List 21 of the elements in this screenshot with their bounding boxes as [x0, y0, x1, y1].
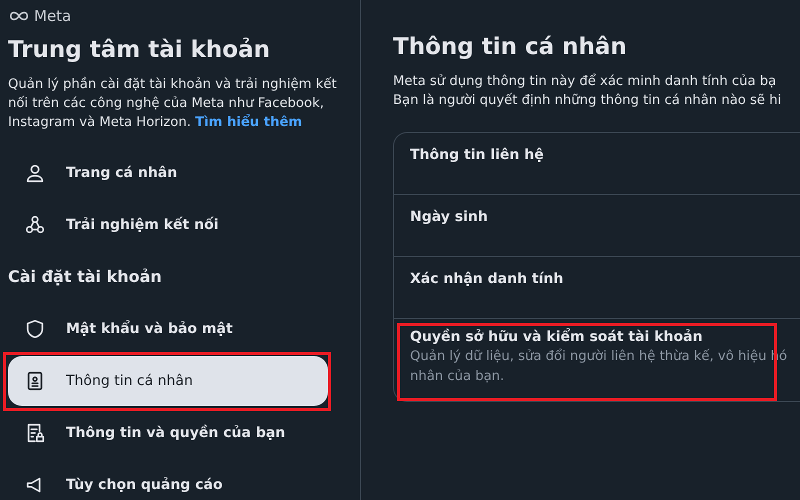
section-description: Meta sử dụng thông tin này để xác minh danh tính của bạ — [393, 72, 778, 91]
sidebar-item[interactable]: Thông tin và quyền của bạn — [8, 408, 328, 458]
section-heading: Cài đặt tài khoản — [8, 266, 163, 288]
sidebar-item[interactable]: Mật khẩu và bảo mật — [8, 304, 328, 354]
learn-more-link[interactable]: Tìm hiểu thêm — [195, 115, 302, 130]
network-icon — [24, 214, 46, 236]
logo-text: Meta — [34, 6, 72, 27]
sidebar-description: Quản lý phần cài đặt tài khoản và trải nghiệm kết nối trên các công nghệ của Meta như Facebook, Instagram và Meta Horizon. Tìm hiểu thêm — [8, 76, 338, 132]
sidebar-item[interactable]: Trải nghiệm kết nối — [8, 200, 328, 250]
person-icon — [24, 162, 46, 184]
section-title: Thông tin cá nhân — [393, 33, 628, 62]
sidebar-item[interactable]: Tùy chọn quảng cáo — [8, 460, 328, 500]
infinity-logo-icon — [8, 10, 30, 22]
shield-icon — [24, 318, 46, 340]
settings-row[interactable]: Ngày sinh — [394, 195, 800, 256]
page-title: Trung tâm tài khoản — [8, 36, 271, 65]
sidebar-item[interactable]: Trang cá nhân — [8, 148, 328, 198]
section-description: Bạn là người quyết định những thông tin cá nhân nào sẽ hi — [393, 92, 782, 110]
sidebar-item[interactable]: Thông tin cá nhân — [8, 356, 328, 406]
settings-row[interactable]: Thông tin liên hệ — [394, 133, 800, 194]
settings-row[interactable]: Xác nhận danh tính — [394, 257, 800, 318]
